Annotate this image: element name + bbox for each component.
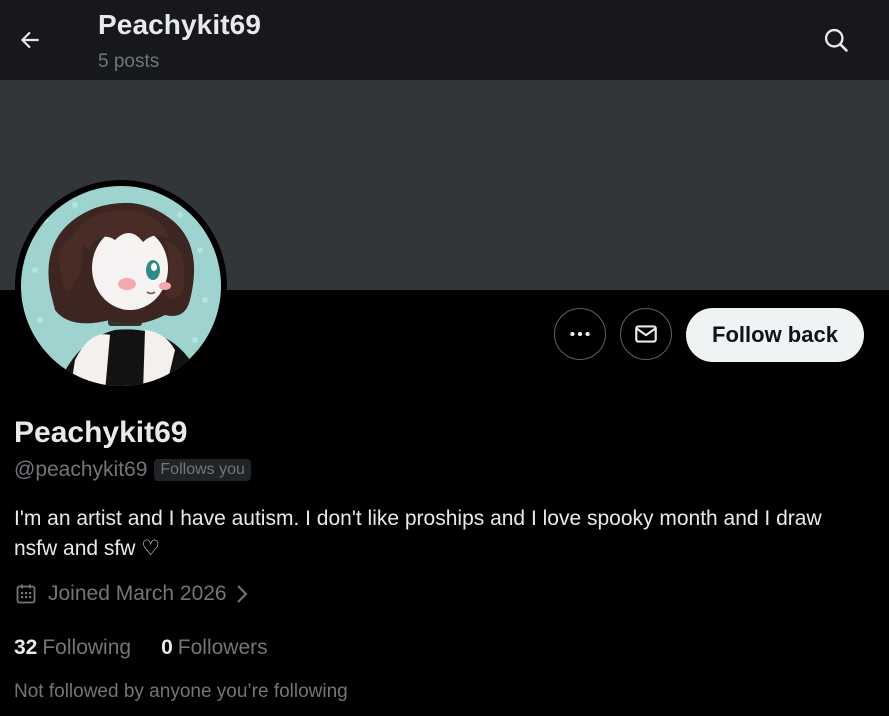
search-icon [824, 28, 848, 52]
header-title: Peachykit69 [98, 9, 261, 40]
chevron-right-icon [235, 583, 249, 605]
following-link[interactable]: 32 Following [14, 636, 131, 660]
joined-date[interactable]: Joined March 2026 [14, 582, 249, 606]
joined-text: Joined March 2026 [48, 582, 227, 605]
more-dots-icon [570, 331, 590, 337]
following-count: 32 [14, 636, 38, 659]
profile-page: Peachykit69 5 posts Follow back Peachyki… [0, 0, 889, 716]
avatar-image [17, 182, 225, 390]
following-label: Following [42, 636, 132, 659]
avatar[interactable] [15, 180, 227, 392]
back-button[interactable] [10, 20, 50, 60]
post-count: 5 posts [98, 51, 160, 72]
handle-row: @peachykit69 Follows you [14, 458, 251, 482]
follow-back-button[interactable]: Follow back [686, 308, 864, 362]
message-button[interactable] [620, 308, 672, 360]
followers-link[interactable]: 0 Followers [161, 636, 268, 660]
arrow-left-icon [20, 31, 39, 49]
search-button[interactable] [816, 20, 856, 60]
envelope-icon [635, 325, 657, 343]
profile-header: Peachykit69 5 posts [0, 0, 889, 80]
followers-label: Followers [177, 636, 268, 659]
not-followed-note: Not followed by anyone you’re following [14, 681, 348, 702]
followers-count: 0 [161, 636, 173, 659]
follows-you-badge: Follows you [154, 459, 251, 481]
display-name: Peachykit69 [14, 416, 188, 449]
more-options-button[interactable] [554, 308, 606, 360]
profile-bio: I'm an artist and I have autism. I don't… [14, 507, 822, 560]
user-handle: @peachykit69 [14, 458, 148, 481]
calendar-icon [14, 582, 38, 606]
follow-stats: 32 Following 0 Followers [14, 636, 268, 660]
